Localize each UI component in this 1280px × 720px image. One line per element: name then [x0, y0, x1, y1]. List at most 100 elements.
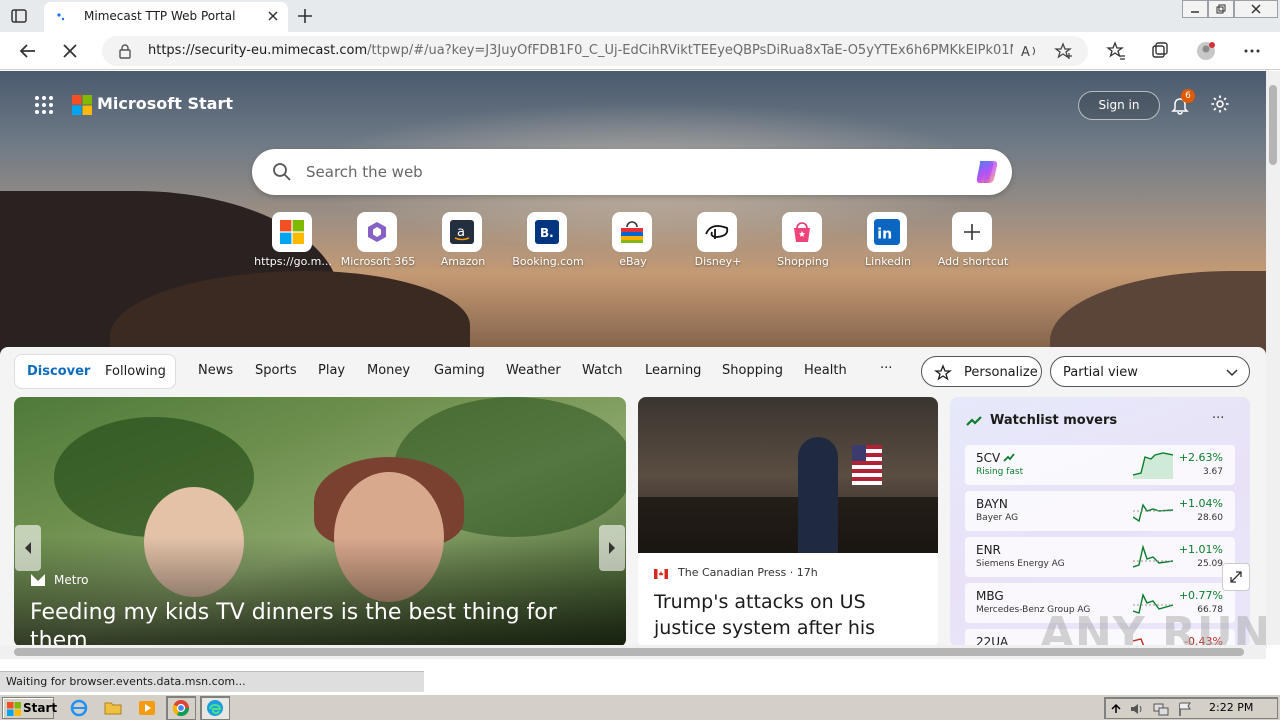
- tab-actions-icon[interactable]: [10, 7, 28, 25]
- shortcut-tile: [357, 212, 397, 252]
- address-field[interactable]: https://security-eu.mimecast.com/ttpwp/#…: [102, 36, 1088, 66]
- stock-row[interactable]: ENR Siemens Energy AG +1.01% 25.09: [965, 537, 1235, 577]
- stock-symbol: ENR: [976, 543, 1001, 557]
- collections-icon[interactable]: [1150, 41, 1170, 61]
- svg-text:B.: B.: [540, 226, 554, 240]
- web-search-box[interactable]: [252, 149, 1012, 195]
- linkedin-icon: in: [874, 219, 900, 245]
- carousel-prev-button[interactable]: [15, 525, 41, 571]
- microsoft-logo-icon[interactable]: [72, 95, 92, 115]
- flag-icon[interactable]: [1177, 701, 1193, 717]
- browser-status-bar: Waiting for browser.events.data.msn.com.…: [0, 671, 424, 692]
- nav-watch[interactable]: Watch: [582, 363, 622, 378]
- expand-button[interactable]: [1222, 563, 1250, 591]
- vertical-scrollbar[interactable]: [1266, 71, 1280, 645]
- stock-name: Rising fast: [976, 467, 1024, 477]
- close-window-button[interactable]: [1234, 0, 1278, 18]
- chevron-up-icon[interactable]: [1111, 702, 1121, 714]
- favorites-icon[interactable]: [1106, 41, 1126, 61]
- internet-explorer-icon[interactable]: [70, 699, 88, 717]
- shortcut-linkedin[interactable]: in Linkedin: [845, 212, 931, 272]
- lock-icon[interactable]: [118, 43, 132, 59]
- sign-in-button[interactable]: Sign in: [1078, 91, 1160, 120]
- add-shortcut-button[interactable]: Add shortcut: [930, 212, 1016, 272]
- stock-change: +0.77%: [1178, 589, 1223, 602]
- close-tab-icon[interactable]: [266, 9, 280, 23]
- story-headline[interactable]: Feeding my kids TV dinners is the best t…: [30, 599, 620, 645]
- shortcut-microsoft-365[interactable]: Microsoft 365: [335, 212, 421, 272]
- search-input[interactable]: [306, 159, 946, 185]
- nav-news[interactable]: News: [198, 363, 233, 378]
- shortcut-go[interactable]: https://go.m...: [250, 212, 336, 272]
- minimize-button[interactable]: [1182, 0, 1208, 18]
- shortcut-booking[interactable]: B. Booking.com: [505, 212, 591, 272]
- watchlist-title: Watchlist movers: [990, 413, 1118, 428]
- tab-title: Mimecast TTP Web Portal: [84, 9, 236, 23]
- shortcut-disney[interactable]: Disney+: [675, 212, 761, 272]
- chevron-down-icon: [1226, 369, 1238, 377]
- app-launcher-icon[interactable]: [34, 95, 54, 115]
- network-icon[interactable]: [1153, 701, 1169, 717]
- nav-gaming[interactable]: Gaming: [434, 363, 485, 378]
- nav-more-button[interactable]: ···: [880, 361, 892, 376]
- scrollbar-thumb[interactable]: [1269, 85, 1277, 165]
- shortcut-ebay[interactable]: eBay: [590, 212, 676, 272]
- more-options-icon[interactable]: [1242, 41, 1262, 61]
- copilot-icon[interactable]: [972, 157, 1002, 187]
- stop-loading-icon[interactable]: [60, 41, 80, 61]
- feed-tab-group: Discover Following: [14, 354, 176, 389]
- stock-row[interactable]: 5CV Rising fast +2.63% 3.67: [965, 445, 1235, 485]
- read-aloud-icon[interactable]: A: [1020, 42, 1040, 60]
- close-icon: [1251, 4, 1261, 14]
- tab-following[interactable]: Following: [105, 364, 166, 379]
- nav-play[interactable]: Play: [318, 363, 345, 378]
- start-button[interactable]: Start: [2, 697, 57, 719]
- taskbar-edge-button[interactable]: [200, 696, 230, 720]
- chevron-right-icon: [609, 542, 615, 554]
- browser-tab-active[interactable]: Mimecast TTP Web Portal: [44, 2, 288, 32]
- stock-row[interactable]: BAYN Bayer AG +1.04% 28.60: [965, 491, 1235, 531]
- personalize-button[interactable]: Personalize: [921, 356, 1042, 387]
- nav-sports[interactable]: Sports: [255, 363, 297, 378]
- restore-icon: [1216, 4, 1226, 14]
- nav-health[interactable]: Health: [804, 363, 847, 378]
- shortcut-label: Linkedin: [865, 255, 911, 268]
- notification-count-badge: 6: [1181, 89, 1195, 103]
- nav-money[interactable]: Money: [367, 363, 410, 378]
- featured-story-card[interactable]: Metro Feeding my kids TV dinners is the …: [14, 397, 626, 645]
- stock-symbol: 22UA: [976, 635, 1009, 645]
- settings-gear-icon[interactable]: [1210, 94, 1230, 114]
- folder-icon[interactable]: [104, 699, 122, 717]
- url-text[interactable]: https://security-eu.mimecast.com/ttpwp/#…: [148, 43, 1013, 58]
- feed-nav-bar: Discover Following News Sports Play Mone…: [0, 347, 1266, 397]
- microsoft-365-icon: [368, 222, 386, 242]
- news-image-flag: [852, 445, 882, 485]
- brand-title[interactable]: Microsoft Start: [97, 94, 233, 113]
- back-icon[interactable]: [18, 41, 38, 61]
- shortcut-shopping[interactable]: Shopping: [760, 212, 846, 272]
- news-story-card[interactable]: The Canadian Press · 17h Trump's attacks…: [638, 397, 938, 645]
- scrollbar-thumb[interactable]: [14, 648, 1244, 656]
- speaker-icon[interactable]: [1129, 701, 1145, 717]
- news-source-name: The Canadian Press: [678, 566, 787, 579]
- new-tab-icon[interactable]: [296, 7, 314, 25]
- news-headline[interactable]: Trump's attacks on US justice system aft…: [654, 589, 929, 645]
- taskbar-chrome-button[interactable]: [166, 696, 196, 720]
- system-tray: 2:22 PM: [1104, 697, 1278, 719]
- nav-weather[interactable]: Weather: [506, 363, 561, 378]
- nav-shopping[interactable]: Shopping: [722, 363, 783, 378]
- profile-avatar-icon[interactable]: [1196, 41, 1216, 61]
- windows-flag-icon: [7, 702, 21, 716]
- carousel-next-button[interactable]: [599, 525, 625, 571]
- horizontal-scrollbar[interactable]: [0, 645, 1266, 659]
- media-player-icon[interactable]: [138, 699, 156, 717]
- nav-learning[interactable]: Learning: [645, 363, 701, 378]
- restore-button[interactable]: [1208, 0, 1234, 18]
- taskbar-clock[interactable]: 2:22 PM: [1209, 701, 1253, 714]
- add-favorite-icon[interactable]: [1054, 42, 1074, 60]
- layout-view-select[interactable]: Partial view: [1050, 356, 1250, 387]
- stock-symbol: BAYN: [976, 497, 1008, 511]
- watchlist-menu-button[interactable]: ···: [1212, 411, 1224, 426]
- tab-discover[interactable]: Discover: [27, 364, 90, 379]
- shortcut-amazon[interactable]: a Amazon: [420, 212, 506, 272]
